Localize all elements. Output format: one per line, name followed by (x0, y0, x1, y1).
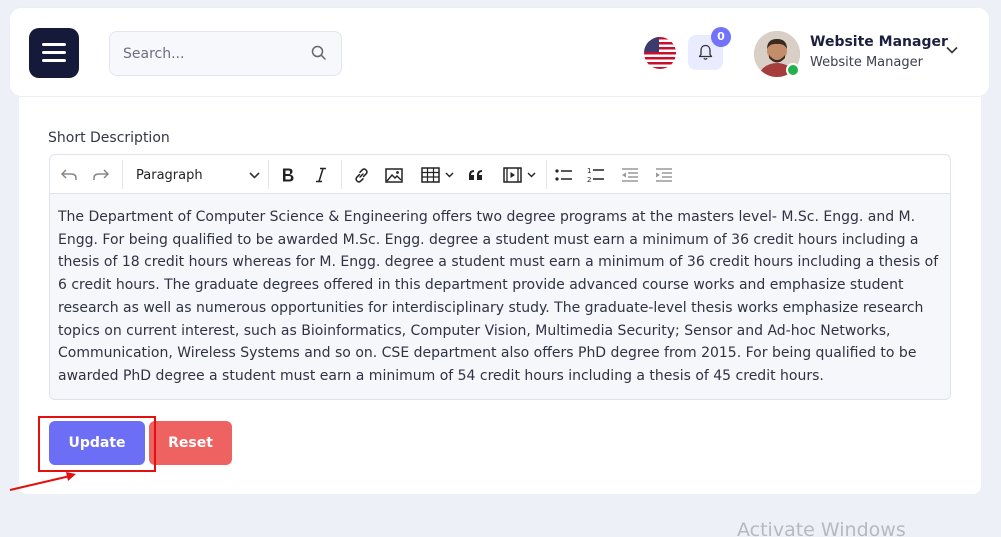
reset-button[interactable]: Reset (149, 421, 232, 465)
bulleted-list-icon[interactable] (554, 164, 574, 186)
activate-windows-watermark: Activate Windows (737, 519, 906, 537)
bold-icon[interactable] (278, 164, 298, 186)
outdent-icon[interactable] (620, 164, 640, 186)
search-box (109, 31, 342, 76)
redo-icon[interactable] (91, 164, 111, 186)
menu-bar-line (42, 51, 66, 54)
chevron-down-icon[interactable] (946, 46, 958, 54)
indent-icon[interactable] (654, 164, 674, 186)
top-header: 0 Website Manager Website Manager (9, 7, 990, 97)
paragraph-format-label: Paragraph (136, 167, 203, 183)
editor-content[interactable]: The Department of Computer Science & Eng… (58, 206, 942, 388)
search-input[interactable] (123, 43, 303, 65)
editor-toolbar: Paragraph 12 (50, 155, 950, 194)
online-status-dot (786, 63, 800, 77)
annotation-arrow-icon (9, 472, 76, 491)
numbered-list-icon[interactable]: 12 (586, 164, 606, 186)
svg-text:1: 1 (587, 167, 591, 175)
notification-count-badge: 0 (711, 27, 731, 47)
blockquote-icon[interactable] (466, 164, 486, 186)
toolbar-separator (122, 160, 123, 189)
toolbar-separator (341, 160, 342, 189)
search-icon[interactable] (311, 45, 327, 65)
image-icon[interactable] (384, 164, 404, 186)
bell-icon (698, 44, 713, 60)
svg-text:2: 2 (587, 176, 591, 184)
media-icon[interactable] (499, 164, 539, 186)
undo-icon[interactable] (59, 164, 79, 186)
italic-icon[interactable] (311, 164, 331, 186)
link-icon[interactable] (351, 164, 371, 186)
toolbar-separator (268, 160, 269, 189)
notification-button[interactable]: 0 (688, 27, 731, 70)
table-icon[interactable] (417, 164, 457, 186)
short-description-label: Short Description (48, 130, 170, 146)
toolbar-separator (546, 160, 547, 189)
chevron-down-icon (249, 171, 260, 179)
user-role: Website Manager (810, 55, 923, 70)
hamburger-menu-button[interactable] (29, 28, 79, 78)
us-flag-icon[interactable] (644, 37, 676, 69)
user-name: Website Manager (810, 34, 948, 50)
paragraph-format-dropdown[interactable]: Paragraph (128, 164, 262, 186)
menu-bar-line (42, 43, 66, 46)
menu-bar-line (42, 59, 66, 62)
annotation-highlight-box (38, 416, 156, 472)
rich-text-editor: Paragraph 12 The Department of Computer … (49, 154, 951, 400)
